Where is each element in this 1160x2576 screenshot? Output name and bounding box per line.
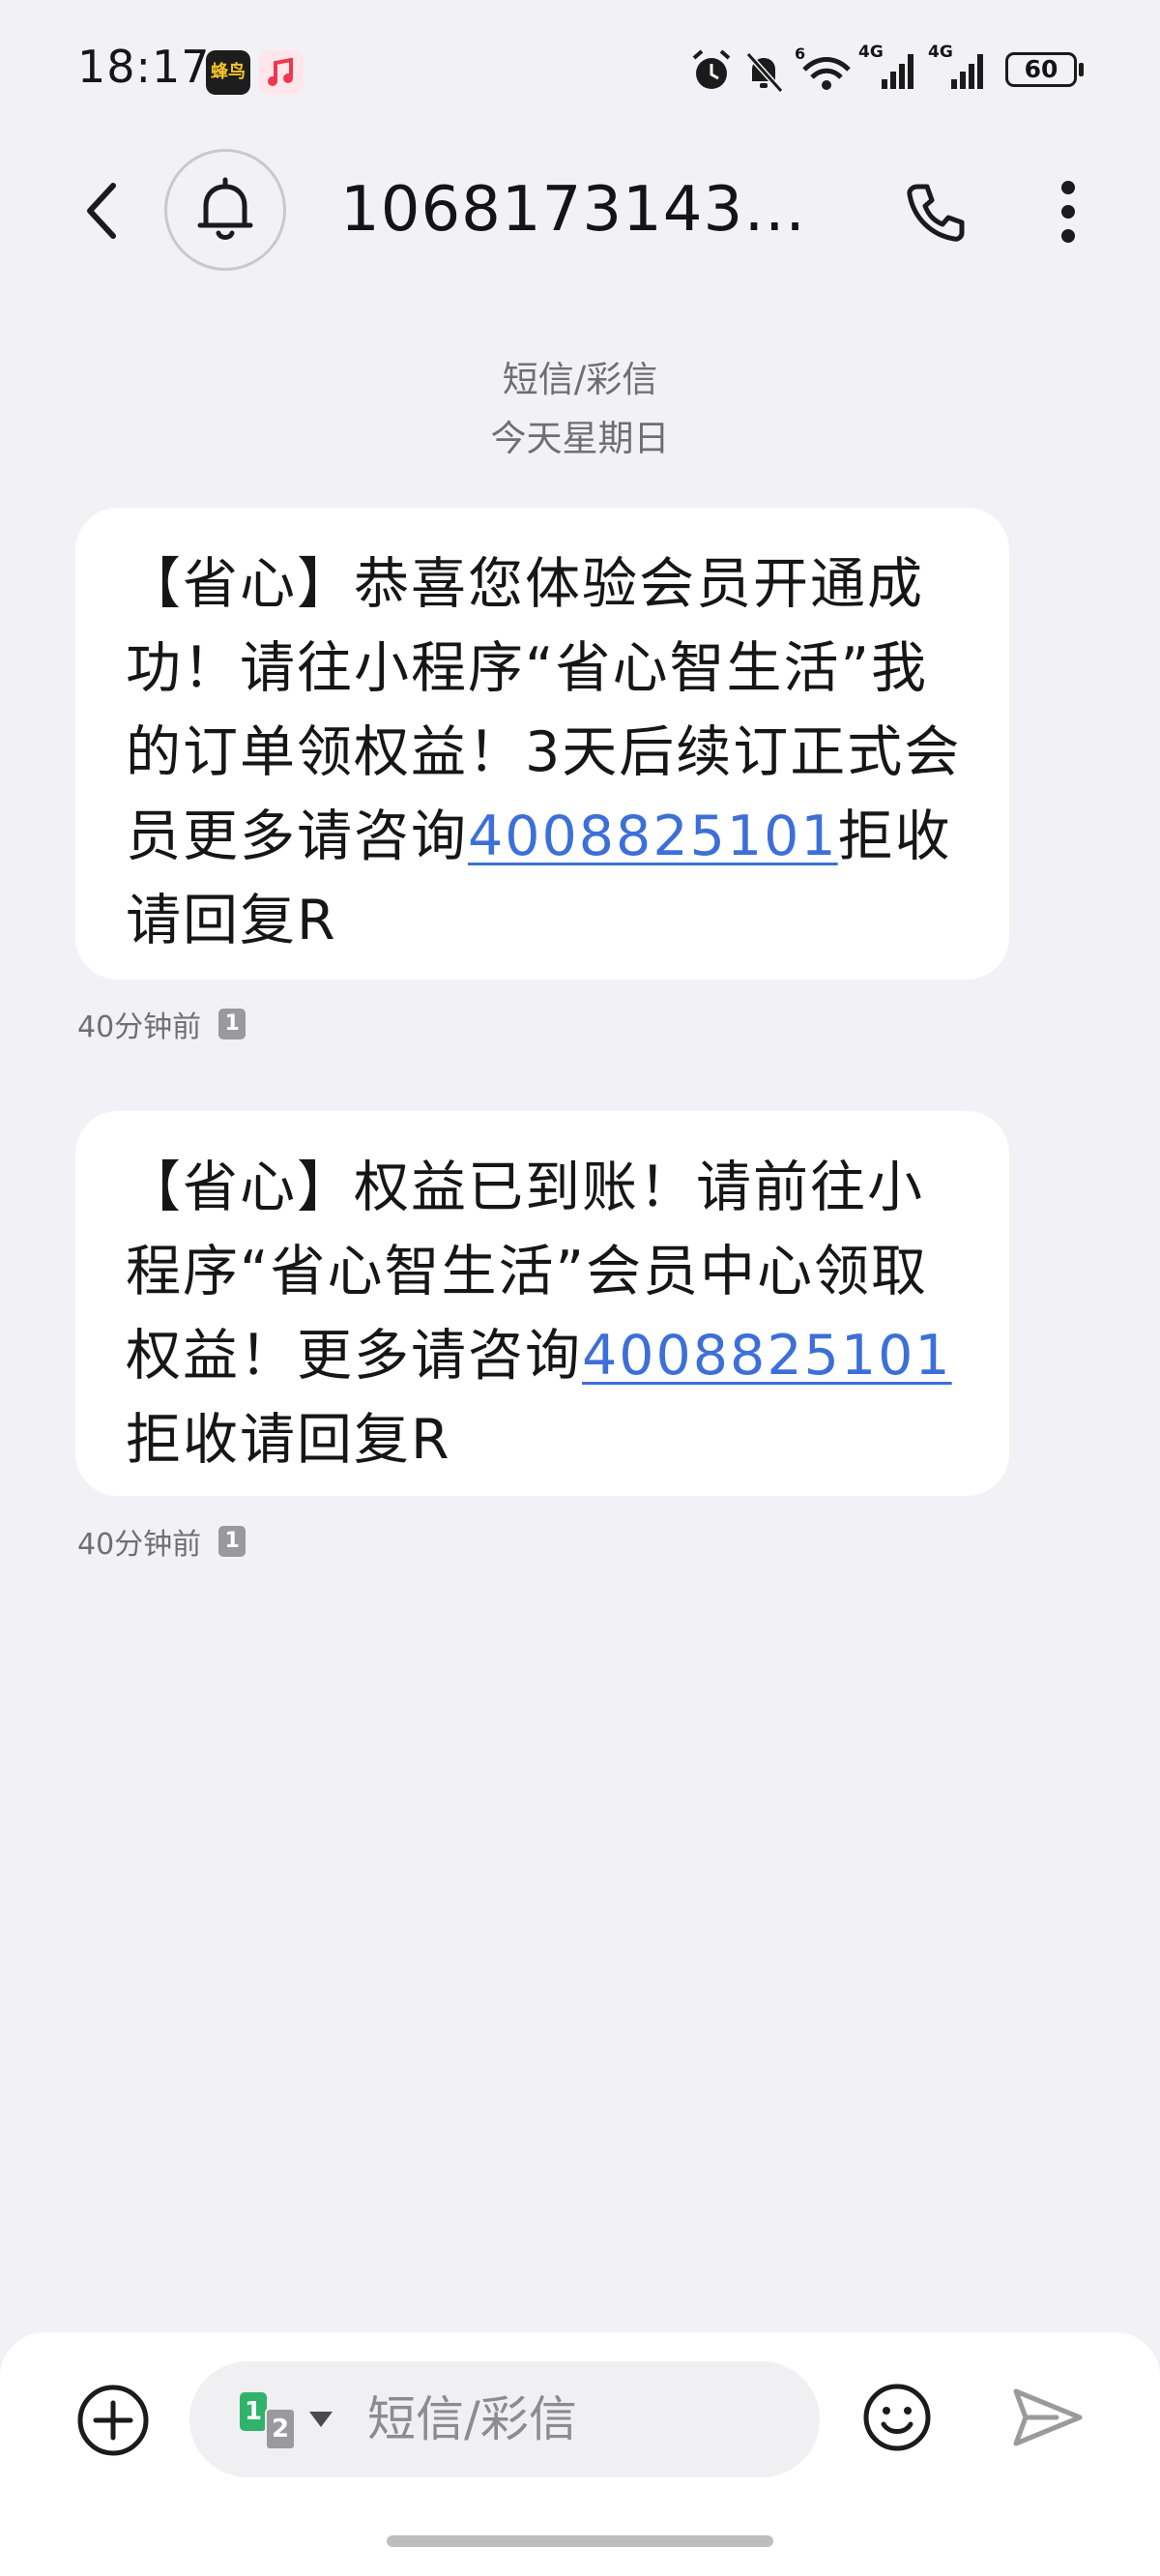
sim-badge: 1 bbox=[218, 1526, 246, 1557]
message-meta: 40分钟前 1 bbox=[77, 1003, 246, 1045]
phone-number-link[interactable]: 4008825101 bbox=[582, 1324, 952, 1388]
network-label-1: 4G bbox=[858, 43, 884, 62]
alarm-icon bbox=[692, 49, 731, 89]
message-time: 40分钟前 bbox=[77, 1528, 202, 1562]
sim-1-icon: 1 bbox=[240, 2392, 267, 2431]
back-button[interactable] bbox=[68, 172, 135, 249]
date-label: 今天星期日 bbox=[490, 418, 670, 459]
send-button[interactable] bbox=[1005, 2379, 1088, 2456]
send-icon bbox=[1013, 2388, 1083, 2446]
emoji-button[interactable] bbox=[858, 2379, 936, 2456]
message-time: 40分钟前 bbox=[77, 1010, 202, 1044]
cell-signal-2: 4G bbox=[928, 43, 992, 101]
phone-number-link[interactable]: 4008825101 bbox=[468, 805, 838, 868]
status-time: 18:17 bbox=[77, 41, 211, 93]
sim-badge: 1 bbox=[218, 1009, 246, 1039]
cell-signal-1: 4G bbox=[858, 43, 922, 101]
bell-icon bbox=[197, 177, 253, 240]
back-icon bbox=[87, 183, 116, 239]
status-bar: 18:17 蜂鸟 6 4G 4G 60 bbox=[0, 0, 1160, 135]
battery-level: 60 bbox=[1024, 55, 1058, 83]
phone-icon bbox=[907, 184, 965, 242]
network-label-2: 4G bbox=[928, 43, 953, 62]
sim-selector[interactable]: 1 2 bbox=[240, 2390, 348, 2450]
more-icon bbox=[1061, 181, 1075, 243]
message-bubble[interactable]: 【省心】权益已到账！请前往小程序“省心智生活”会员中心领取权益！更多请咨询400… bbox=[75, 1111, 1009, 1496]
music-app-icon bbox=[259, 50, 304, 95]
mute-bell-icon bbox=[745, 51, 784, 94]
conversation-header: 106817314376... bbox=[0, 135, 1160, 280]
battery-cap bbox=[1079, 63, 1084, 76]
wifi-indicator: 6 bbox=[795, 43, 858, 101]
fengniao-app-icon: 蜂鸟 bbox=[206, 50, 250, 95]
message-input-container: 1 2 bbox=[189, 2361, 820, 2477]
battery-indicator: 60 bbox=[1005, 43, 1087, 101]
emoji-icon bbox=[863, 2384, 931, 2451]
message-input[interactable] bbox=[367, 2361, 793, 2477]
add-icon bbox=[77, 2385, 149, 2456]
chevron-down-icon bbox=[309, 2412, 333, 2427]
home-indicator[interactable] bbox=[387, 2535, 773, 2547]
channel-label: 短信/彩信 bbox=[502, 359, 658, 400]
sim-2-icon: 2 bbox=[265, 2408, 296, 2450]
sms-conversation-screen: 18:17 蜂鸟 6 4G 4G 60 106817314376... 短信/彩… bbox=[0, 0, 1160, 2576]
contact-avatar-button[interactable] bbox=[164, 149, 286, 271]
message-text-tail: 拒收请回复R bbox=[126, 1408, 451, 1472]
call-button[interactable] bbox=[897, 174, 974, 251]
contact-number-title[interactable]: 106817314376... bbox=[340, 174, 843, 246]
more-options-button[interactable] bbox=[1034, 170, 1102, 253]
wifi-badge: 6 bbox=[795, 44, 806, 63]
add-attachment-button[interactable] bbox=[73, 2381, 153, 2460]
message-meta: 40分钟前 1 bbox=[77, 1520, 246, 1563]
message-bubble[interactable]: 【省心】恭喜您体验会员开通成功！请往小程序“省心智生活”我的订单领权益！3天后续… bbox=[75, 508, 1009, 980]
